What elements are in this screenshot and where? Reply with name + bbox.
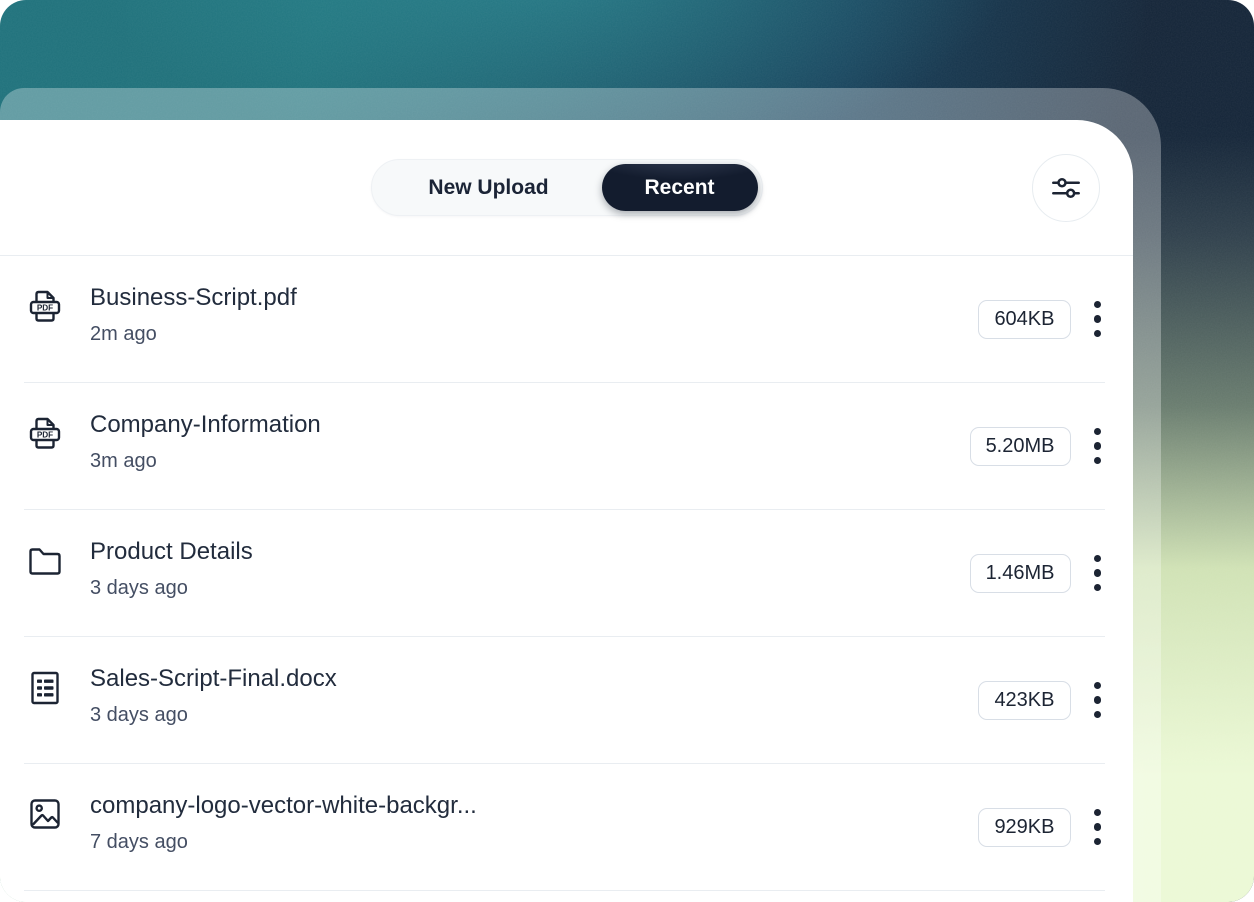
file-name: Sales-Script-Final.docx xyxy=(90,665,978,694)
kebab-menu-button[interactable] xyxy=(1090,805,1106,850)
kebab-dot xyxy=(1094,682,1102,690)
kebab-dot xyxy=(1094,330,1102,338)
file-size-badge: 1.46MB xyxy=(970,554,1071,593)
kebab-dot xyxy=(1094,584,1102,592)
file-row[interactable]: Sales-Script-Final.docx 3 days ago 423KB xyxy=(24,637,1105,764)
file-size-badge: 604KB xyxy=(978,300,1070,339)
file-time: 3 days ago xyxy=(90,576,970,600)
document-lines-icon xyxy=(24,668,66,708)
screenshot-root: New Upload Recent PD xyxy=(0,0,1254,902)
kebab-dot xyxy=(1094,838,1102,846)
file-time: 3 days ago xyxy=(90,703,978,727)
pdf-file-icon: PDF xyxy=(24,287,66,327)
file-name: company-logo-vector-white-backgr... xyxy=(90,792,978,821)
folder-icon xyxy=(24,541,66,581)
svg-text:PDF: PDF xyxy=(37,431,53,440)
kebab-menu-button[interactable] xyxy=(1090,678,1106,723)
file-row[interactable]: Product Details 3 days ago 1.46MB xyxy=(24,510,1105,637)
kebab-dot xyxy=(1094,457,1102,465)
file-time: 7 days ago xyxy=(90,830,978,854)
sliders-icon xyxy=(1047,169,1085,207)
kebab-dot xyxy=(1094,809,1102,817)
file-row[interactable]: PDF Business-Script.pdf 2m ago 604KB xyxy=(24,256,1105,383)
pdf-file-icon: PDF xyxy=(24,414,66,454)
kebab-dot xyxy=(1094,711,1102,719)
file-size-badge: 929KB xyxy=(978,808,1070,847)
file-panel: New Upload Recent PD xyxy=(0,120,1133,902)
file-list: PDF Business-Script.pdf 2m ago 604KB PDF xyxy=(0,256,1133,902)
svg-text:PDF: PDF xyxy=(37,304,53,313)
kebab-dot xyxy=(1094,428,1102,436)
file-name: Product Details xyxy=(90,538,970,567)
kebab-dot xyxy=(1094,315,1102,323)
file-name: Company-Information xyxy=(90,411,970,440)
panel-header: New Upload Recent xyxy=(0,120,1133,256)
kebab-menu-button[interactable] xyxy=(1090,551,1106,596)
kebab-menu-button[interactable] xyxy=(1090,424,1106,469)
upload-tabs: New Upload Recent xyxy=(371,159,763,216)
kebab-dot xyxy=(1094,301,1102,309)
kebab-dot xyxy=(1094,555,1102,563)
file-row[interactable]: company-logo-vector-white-backgr... 7 da… xyxy=(24,764,1105,891)
kebab-dot xyxy=(1094,569,1102,577)
filter-button[interactable] xyxy=(1032,154,1100,222)
file-size-badge: 5.20MB xyxy=(970,427,1071,466)
file-size-badge: 423KB xyxy=(978,681,1070,720)
file-name: Business-Script.pdf xyxy=(90,284,978,313)
kebab-dot xyxy=(1094,442,1102,450)
kebab-menu-button[interactable] xyxy=(1090,297,1106,342)
file-row[interactable]: PDF Company-Information 3m ago 5.20MB xyxy=(24,383,1105,510)
file-time: 2m ago xyxy=(90,322,978,346)
file-time: 3m ago xyxy=(90,449,970,473)
kebab-dot xyxy=(1094,823,1102,831)
image-icon xyxy=(24,795,66,835)
tab-new-upload[interactable]: New Upload xyxy=(376,164,602,211)
tab-recent[interactable]: Recent xyxy=(602,164,758,211)
kebab-dot xyxy=(1094,696,1102,704)
